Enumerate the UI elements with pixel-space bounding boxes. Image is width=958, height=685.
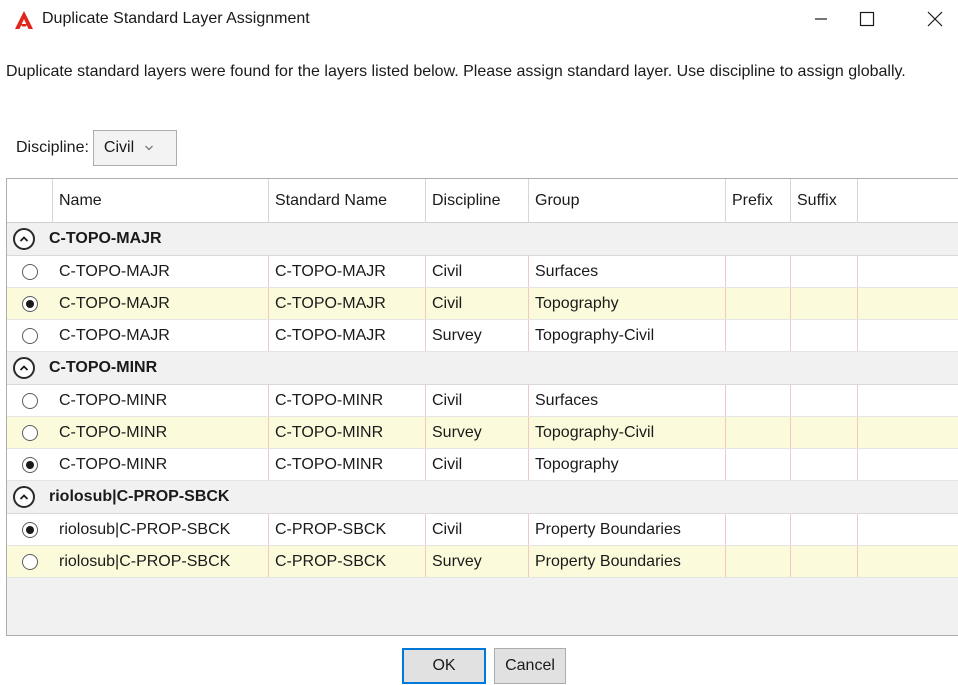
group-title: riolosub|C-PROP-SBCK	[49, 488, 230, 505]
cell-suffix	[791, 320, 858, 351]
cell-discipline: Survey	[426, 417, 529, 448]
layer-assignment-grid: Name Standard Name Discipline Group Pref…	[6, 178, 958, 636]
cell-prefix	[726, 449, 791, 480]
cell-discipline: Civil	[426, 256, 529, 287]
table-row[interactable]: C-TOPO-MAJR C-TOPO-MAJR Civil Topography	[7, 288, 958, 320]
row-radio[interactable]	[22, 327, 38, 344]
cell-discipline: Survey	[426, 320, 529, 351]
cell-standard-name: C-TOPO-MAJR	[269, 288, 426, 319]
group-header-row[interactable]: C-TOPO-MAJR	[7, 223, 958, 256]
cell-prefix	[726, 546, 791, 577]
cell-discipline: Civil	[426, 288, 529, 319]
group-header-row[interactable]: riolosub|C-PROP-SBCK	[7, 481, 958, 514]
collapse-icon[interactable]	[13, 486, 35, 508]
discipline-label: Discipline:	[16, 139, 89, 156]
cell-standard-name: C-TOPO-MINR	[269, 385, 426, 416]
maximize-icon	[859, 11, 875, 27]
cell-prefix	[726, 320, 791, 351]
header-standard-name[interactable]: Standard Name	[269, 179, 426, 222]
minimize-button[interactable]	[798, 0, 844, 38]
grid-header: Name Standard Name Discipline Group Pref…	[7, 179, 958, 223]
minimize-icon	[815, 18, 827, 20]
cell-prefix	[726, 417, 791, 448]
cell-prefix	[726, 514, 791, 545]
group-title: C-TOPO-MAJR	[49, 230, 162, 247]
cell-prefix	[726, 385, 791, 416]
close-button[interactable]	[912, 0, 958, 38]
header-prefix[interactable]: Prefix	[726, 179, 791, 222]
group-title: C-TOPO-MINR	[49, 359, 158, 376]
discipline-filter: Discipline: Civil	[16, 129, 177, 167]
cell-discipline: Civil	[426, 514, 529, 545]
maximize-button[interactable]	[844, 0, 890, 38]
instruction-message: Duplicate standard layers were found for…	[6, 63, 906, 80]
cell-name: riolosub|C-PROP-SBCK	[53, 514, 269, 545]
cell-standard-name: C-PROP-SBCK	[269, 546, 426, 577]
cell-group: Topography-Civil	[529, 417, 726, 448]
cell-suffix	[791, 256, 858, 287]
table-row[interactable]: riolosub|C-PROP-SBCK C-PROP-SBCK Civil P…	[7, 514, 958, 546]
cancel-button[interactable]: Cancel	[494, 648, 566, 684]
table-row[interactable]: C-TOPO-MAJR C-TOPO-MAJR Civil Surfaces	[7, 256, 958, 288]
cell-suffix	[791, 546, 858, 577]
cell-name: C-TOPO-MAJR	[53, 256, 269, 287]
cell-name: C-TOPO-MAJR	[53, 288, 269, 319]
cell-suffix	[791, 417, 858, 448]
cell-discipline: Civil	[426, 385, 529, 416]
row-radio[interactable]	[22, 392, 38, 409]
header-discipline[interactable]: Discipline	[426, 179, 529, 222]
ok-button[interactable]: OK	[402, 648, 486, 684]
cell-group: Topography	[529, 449, 726, 480]
cell-name: C-TOPO-MINR	[53, 385, 269, 416]
cell-standard-name: C-TOPO-MINR	[269, 417, 426, 448]
cell-discipline: Survey	[426, 546, 529, 577]
cell-standard-name: C-TOPO-MINR	[269, 449, 426, 480]
table-row[interactable]: C-TOPO-MINR C-TOPO-MINR Civil Surfaces	[7, 385, 958, 417]
cell-prefix	[726, 288, 791, 319]
cell-group: Topography	[529, 288, 726, 319]
row-radio[interactable]	[22, 295, 38, 312]
cell-name: C-TOPO-MAJR	[53, 320, 269, 351]
table-row[interactable]: C-TOPO-MAJR C-TOPO-MAJR Survey Topograph…	[7, 320, 958, 352]
cell-group: Topography-Civil	[529, 320, 726, 351]
cell-name: riolosub|C-PROP-SBCK	[53, 546, 269, 577]
cell-group: Property Boundaries	[529, 546, 726, 577]
row-radio[interactable]	[22, 521, 38, 538]
cell-standard-name: C-PROP-SBCK	[269, 514, 426, 545]
cell-name: C-TOPO-MINR	[53, 449, 269, 480]
discipline-dropdown[interactable]: Civil	[92, 130, 177, 166]
header-suffix[interactable]: Suffix	[791, 179, 858, 222]
collapse-icon[interactable]	[13, 228, 35, 250]
cell-standard-name: C-TOPO-MAJR	[269, 320, 426, 351]
close-icon	[927, 11, 943, 27]
chevron-down-icon	[145, 145, 154, 151]
table-row[interactable]: C-TOPO-MINR C-TOPO-MINR Survey Topograph…	[7, 417, 958, 449]
row-radio[interactable]	[22, 553, 38, 570]
table-row[interactable]: riolosub|C-PROP-SBCK C-PROP-SBCK Survey …	[7, 546, 958, 578]
header-select-column	[7, 179, 53, 222]
header-name[interactable]: Name	[53, 179, 269, 222]
app-logo-icon	[15, 11, 33, 29]
cell-discipline: Civil	[426, 449, 529, 480]
cell-name: C-TOPO-MINR	[53, 417, 269, 448]
cell-suffix	[791, 449, 858, 480]
cell-suffix	[791, 288, 858, 319]
row-radio[interactable]	[22, 424, 38, 441]
table-row[interactable]: C-TOPO-MINR C-TOPO-MINR Civil Topography	[7, 449, 958, 481]
row-radio[interactable]	[22, 456, 38, 473]
collapse-icon[interactable]	[13, 357, 35, 379]
row-radio[interactable]	[22, 263, 38, 280]
window-title: Duplicate Standard Layer Assignment	[42, 10, 310, 27]
header-group[interactable]: Group	[529, 179, 726, 222]
cell-suffix	[791, 385, 858, 416]
cell-group: Property Boundaries	[529, 514, 726, 545]
cell-group: Surfaces	[529, 385, 726, 416]
cell-group: Surfaces	[529, 256, 726, 287]
group-header-row[interactable]: C-TOPO-MINR	[7, 352, 958, 385]
cell-prefix	[726, 256, 791, 287]
title-bar: Duplicate Standard Layer Assignment	[0, 0, 958, 40]
discipline-value: Civil	[103, 139, 135, 156]
cell-standard-name: C-TOPO-MAJR	[269, 256, 426, 287]
cell-suffix	[791, 514, 858, 545]
